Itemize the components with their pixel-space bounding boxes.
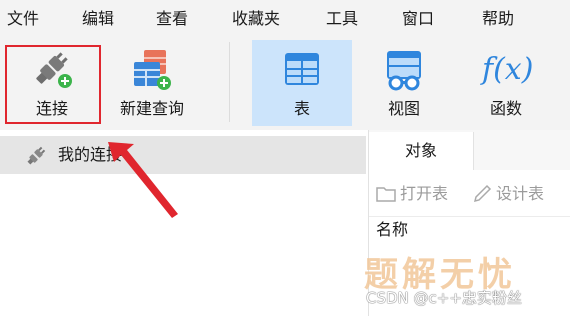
connect-label: 连接	[35, 99, 68, 118]
new-query-button[interactable]: 新建查询	[106, 40, 198, 126]
view-label: 视图	[387, 99, 420, 118]
table-label: 表	[293, 99, 310, 118]
table-icon	[285, 53, 319, 85]
menu-window[interactable]: 窗口	[402, 8, 434, 30]
design-table-label: 设计表	[496, 184, 545, 203]
function-button[interactable]: f(x) 函数	[458, 40, 554, 126]
menu-help[interactable]: 帮助	[482, 8, 514, 30]
menu-edit[interactable]: 编辑	[82, 8, 114, 30]
table-button[interactable]: 表	[252, 40, 352, 126]
watermark-credit: CSDN @c++忠实粉丝	[366, 289, 522, 307]
pencil-icon	[473, 184, 492, 203]
connect-button[interactable]: 连接	[4, 40, 100, 126]
new-query-label: 新建查询	[119, 99, 184, 118]
tab-objects[interactable]: 对象	[369, 132, 474, 170]
new-query-icon	[134, 50, 171, 90]
design-table-button[interactable]: 设计表	[472, 182, 562, 206]
open-table-button[interactable]: 打开表	[376, 182, 466, 206]
menu-view[interactable]: 查看	[156, 8, 188, 30]
connection-plug-icon	[27, 146, 46, 165]
menu-file[interactable]: 文件	[7, 8, 39, 30]
open-table-label: 打开表	[400, 184, 449, 203]
tab-objects-label: 对象	[404, 141, 437, 160]
folder-open-icon	[376, 187, 396, 202]
view-button[interactable]: 视图	[356, 40, 452, 126]
function-icon: f(x)	[482, 52, 534, 87]
menu-tools[interactable]: 工具	[326, 8, 358, 30]
plug-icon	[36, 52, 72, 88]
name-column-header[interactable]: 名称	[376, 219, 408, 241]
function-label: 函数	[489, 99, 522, 118]
menu-bar: 文件 编辑 查看 收藏夹 工具 窗口 帮助	[0, 0, 570, 38]
annotation-arrow	[108, 142, 178, 218]
menu-favorites[interactable]: 收藏夹	[232, 8, 280, 30]
toolbar-separator	[229, 42, 230, 122]
view-icon	[387, 51, 421, 91]
